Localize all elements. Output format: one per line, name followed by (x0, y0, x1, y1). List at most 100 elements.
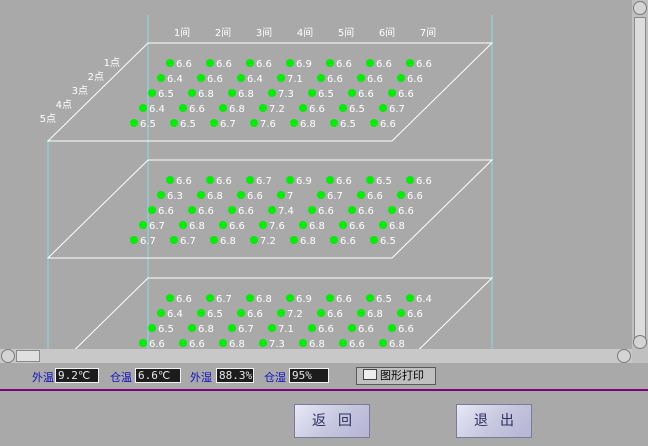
sensor-dot (237, 309, 245, 317)
sensor-dot (237, 191, 245, 199)
sensor-temp-value: 6.6 (238, 206, 254, 217)
sensor-temp-value: 6.8 (300, 236, 316, 247)
sensor-dot (290, 119, 298, 127)
sensor-dot (157, 74, 165, 82)
sensor-dot (166, 176, 174, 184)
sensor-dot (148, 89, 156, 97)
sensor-dot (157, 191, 165, 199)
sensor-dot (308, 324, 316, 332)
sensor-temp-value: 6.4 (247, 74, 263, 85)
sensor-temp-value: 7.1 (278, 324, 294, 335)
sensor-temp-value: 6.6 (216, 59, 232, 70)
sensor-temp-value: 6.6 (407, 74, 423, 85)
scroll-left-icon[interactable] (1, 349, 15, 363)
sensor-dot (259, 104, 267, 112)
sensor-temp-value: 6.6 (336, 59, 352, 70)
sensor-temp-value: 6.7 (327, 191, 343, 202)
sensor-dot (210, 236, 218, 244)
sensor-temp-value: 6.6 (198, 206, 214, 217)
silo-temp-label: 仓温 (110, 371, 132, 384)
sensor-temp-value: 6.8 (256, 294, 272, 305)
exit-button[interactable]: 退出 (456, 404, 532, 438)
sensor-dot (339, 339, 347, 347)
sensor-dot (246, 294, 254, 302)
sensor-temp-value: 6.8 (367, 309, 383, 320)
sensor-temp-value: 7.2 (269, 104, 285, 115)
column-label: 7间 (420, 26, 436, 39)
sensor-temp-value: 6.6 (407, 191, 423, 202)
vertical-scrollbar[interactable] (632, 0, 648, 350)
sensor-temp-value: 7.6 (269, 221, 285, 232)
sensor-temp-value: 6.5 (349, 104, 365, 115)
sensor-dot (348, 206, 356, 214)
sensor-temp-value: 6.6 (247, 309, 263, 320)
point-label: 2点 (88, 71, 104, 83)
sensor-temp-value: 7.4 (278, 206, 294, 217)
sensor-temp-value: 7.2 (260, 236, 276, 247)
sensor-temp-value: 6.6 (158, 206, 174, 217)
scroll-right-icon[interactable] (617, 349, 631, 363)
back-button[interactable]: 返回 (294, 404, 370, 438)
sensor-dot (357, 191, 365, 199)
sensor-dot (188, 89, 196, 97)
sensor-temp-value: 6.3 (167, 191, 183, 202)
sensor-dot (277, 191, 285, 199)
sensor-temp-value: 6.6 (336, 176, 352, 187)
sensor-dot (357, 74, 365, 82)
sensor-dot (357, 309, 365, 317)
sensor-temp-value: 6.6 (407, 309, 423, 320)
sensor-temp-value: 6.6 (380, 119, 396, 130)
sensor-dot (170, 236, 178, 244)
sensor-dot (228, 324, 236, 332)
sensor-temp-value: 6.7 (256, 176, 272, 187)
vertical-scroll-thumb[interactable] (634, 17, 646, 345)
sensor-dot (259, 339, 267, 347)
column-label: 3间 (256, 26, 272, 39)
sensor-dot (206, 294, 214, 302)
sensor-dot (139, 104, 147, 112)
sensor-temp-value: 6.7 (389, 104, 405, 115)
horizontal-scrollbar[interactable] (0, 349, 632, 363)
scroll-down-icon[interactable] (633, 335, 647, 349)
sensor-temp-value: 6.6 (207, 74, 223, 85)
sensor-dot (259, 221, 267, 229)
sensor-temp-value: 7.2 (287, 309, 303, 320)
sensor-dot (379, 339, 387, 347)
sensor-dot (388, 324, 396, 332)
sensor-temp-value: 6.6 (416, 176, 432, 187)
sensor-temp-value: 6.6 (358, 206, 374, 217)
separator-line (0, 389, 648, 391)
sensor-temp-value: 6.6 (247, 191, 263, 202)
sensor-temp-value: 6.6 (229, 221, 245, 232)
sensor-dot (268, 206, 276, 214)
sensor-dot (197, 309, 205, 317)
sensor-temp-value: 6.5 (158, 89, 174, 100)
sensor-temp-value: 6.6 (367, 74, 383, 85)
point-label: 5点 (40, 113, 56, 125)
horizontal-scroll-thumb[interactable] (16, 350, 40, 362)
sensor-temp-value: 6.6 (416, 59, 432, 70)
sensor-dot (317, 74, 325, 82)
sensor-temp-value: 6.8 (389, 221, 405, 232)
sensor-temp-value: 6.8 (220, 236, 236, 247)
sensor-temp-value: 6.8 (229, 104, 245, 115)
sensor-dot (366, 59, 374, 67)
sensor-temp-value: 6.6 (309, 104, 325, 115)
sensor-temp-value: 6.7 (238, 324, 254, 335)
print-graph-button[interactable]: 图形打印 (356, 367, 436, 385)
sensor-dot (148, 206, 156, 214)
sensor-dot (206, 176, 214, 184)
sensor-dot (188, 324, 196, 332)
scroll-up-icon[interactable] (633, 1, 647, 15)
sensor-temp-value: 6.6 (176, 176, 192, 187)
sensor-temp-value: 6.8 (198, 324, 214, 335)
sensor-dot (406, 59, 414, 67)
sensor-temp-value: 6.6 (189, 104, 205, 115)
sensor-dot (228, 89, 236, 97)
sensor-dot (379, 221, 387, 229)
point-label: 3点 (72, 85, 88, 97)
sensor-temp-value: 6.8 (189, 221, 205, 232)
sensor-dot (277, 74, 285, 82)
column-label: 5间 (338, 26, 354, 39)
sensor-temp-value: 6.6 (398, 324, 414, 335)
